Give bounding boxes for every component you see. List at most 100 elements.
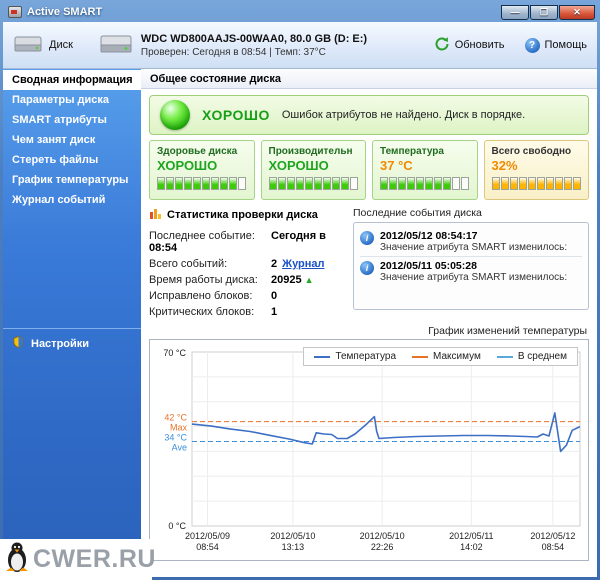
disk-selector-label: Диск [49, 39, 73, 51]
sidebar-item-summary[interactable]: Сводная информация [3, 70, 141, 90]
window-title: Active SMART [27, 6, 102, 18]
legend-average: В среднем [497, 351, 567, 362]
card-title: Температура [380, 146, 470, 157]
legend-maximum: Максимум [412, 351, 481, 362]
temperature-line-chart: 2012/05/0908:542012/05/1013:132012/05/10… [150, 340, 588, 560]
free-space-gauge [492, 177, 582, 190]
current-disk-info: WDC WD800AAJS-00WAA0, 80.0 GB (D: E:) Пр… [99, 32, 367, 59]
sidebar-item-disk-parameters[interactable]: Параметры диска [3, 90, 141, 110]
toolbar: Диск WDC WD800AAJS-00WAA0, 80.0 GB (D: E… [3, 22, 597, 69]
page-title: Общее состояние диска [141, 69, 597, 89]
card-value: ХОРОШО [269, 158, 359, 173]
stats-title: Статистика проверки диска [167, 209, 318, 221]
up-arrow-icon: ▲ [305, 275, 314, 285]
svg-text:70 °C: 70 °C [163, 348, 186, 358]
svg-text:Max: Max [170, 423, 188, 433]
legend-line-sample [412, 356, 428, 358]
card-value: 37 °C [380, 158, 470, 173]
sidebar: Сводная информация Параметры диска SMART… [3, 69, 141, 577]
chart-legend: Температура Максимум В среднем [303, 347, 578, 366]
refresh-button[interactable]: Обновить [434, 36, 505, 55]
overall-status: ХОРОШО Ошибок атрибутов не найдено. Диск… [149, 95, 589, 135]
stat-power-on-hours: Время работы диска:20925▲ [149, 272, 345, 288]
events-list: i 2012/05/12 08:54:17 Значение атрибута … [353, 222, 589, 310]
status-cards: Здоровье диска ХОРОШО Производительн ХОР… [149, 140, 589, 200]
svg-text:Ave: Ave [172, 442, 187, 452]
svg-text:08:54: 08:54 [196, 542, 219, 552]
event-item: i 2012/05/11 05:05:28 Значение атрибута … [360, 256, 582, 286]
stat-last-event: Последнее событие:Сегодня в 08:54 [149, 228, 345, 256]
app-icon [8, 6, 22, 18]
svg-text:2012/05/10: 2012/05/10 [270, 531, 315, 541]
performance-gauge [269, 177, 359, 190]
sidebar-item-erase-files[interactable]: Стереть файлы [3, 150, 141, 170]
stats-chart-icon [149, 207, 162, 223]
card-disk-health: Здоровье диска ХОРОШО [149, 140, 255, 200]
temperature-chart: Температура Максимум В среднем 2012/05/0… [149, 339, 589, 561]
svg-text:08:54: 08:54 [542, 542, 565, 552]
disk-selector[interactable]: Диск [13, 34, 73, 57]
cwer-watermark: CWER.RU [0, 539, 152, 580]
health-gauge [157, 177, 247, 190]
watermark-text: CWER.RU [33, 545, 156, 574]
stat-total-events: Всего событий:2Журнал [149, 256, 345, 272]
sidebar-item-temperature-graph[interactable]: График температуры [3, 170, 141, 190]
legend-line-sample [497, 356, 513, 358]
events-title: Последние события диска [353, 207, 589, 219]
minimize-button[interactable]: — [501, 5, 529, 20]
help-label: Помощь [545, 39, 588, 51]
shield-icon [12, 335, 25, 352]
card-temperature: Температура 37 °C [372, 140, 478, 200]
settings-label: Настройки [31, 338, 89, 350]
drive-icon [13, 34, 43, 57]
sidebar-item-smart-attributes[interactable]: SMART атрибуты [3, 110, 141, 130]
close-button[interactable]: ✕ [559, 5, 595, 20]
recent-disk-events: Последние события диска i 2012/05/12 08:… [353, 207, 589, 320]
svg-text:2012/05/09: 2012/05/09 [185, 531, 230, 541]
status-orb-icon [160, 100, 190, 130]
card-value: ХОРОШО [157, 158, 247, 173]
disk-check-statistics: Статистика проверки диска Последнее собы… [149, 207, 345, 320]
info-icon: i [360, 231, 374, 245]
sidebar-item-event-log[interactable]: Журнал событий [3, 190, 141, 210]
svg-text:13:13: 13:13 [282, 542, 305, 552]
sidebar-item-disk-usage[interactable]: Чем занят диск [3, 130, 141, 150]
svg-text:2012/05/11: 2012/05/11 [449, 531, 493, 541]
event-item: i 2012/05/12 08:54:17 Значение атрибута … [360, 227, 582, 256]
help-button[interactable]: ? Помощь [525, 38, 588, 53]
journal-link[interactable]: Журнал [282, 258, 324, 270]
status-word: ХОРОШО [202, 107, 270, 123]
maximize-button[interactable]: ❐ [530, 5, 558, 20]
help-icon: ? [525, 38, 540, 53]
svg-text:0 °C: 0 °C [168, 521, 186, 531]
sidebar-item-settings[interactable]: Настройки [3, 329, 141, 358]
stat-critical-blocks: Критических блоков:1 [149, 304, 345, 320]
info-icon: i [360, 261, 374, 275]
card-value: 32% [492, 158, 582, 173]
window-controls: — ❐ ✕ [500, 5, 595, 20]
chart-title: График изменений температуры [141, 325, 587, 337]
stat-fixed-blocks: Исправлено блоков:0 [149, 288, 345, 304]
card-title: Здоровье диска [157, 146, 247, 157]
legend-line-sample [314, 356, 330, 358]
main-content: Общее состояние диска ХОРОШО Ошибок атри… [141, 69, 597, 577]
svg-text:22:26: 22:26 [371, 542, 394, 552]
svg-text:14:02: 14:02 [460, 542, 483, 552]
refresh-icon [434, 36, 450, 55]
card-title: Производительн [269, 146, 359, 157]
card-free-space: Всего свободно 32% [484, 140, 590, 200]
status-message: Ошибок атрибутов не найдено. Диск в поря… [282, 109, 525, 121]
temperature-gauge [380, 177, 470, 190]
app-window: Active SMART — ❐ ✕ Диск WDC WD800AAJS-00… [0, 0, 600, 580]
card-performance: Производительн ХОРОШО [261, 140, 367, 200]
refresh-label: Обновить [455, 39, 505, 51]
disk-name: WDC WD800AAJS-00WAA0, 80.0 GB (D: E:) [141, 33, 367, 45]
svg-text:2012/05/12: 2012/05/12 [530, 531, 575, 541]
legend-temperature: Температура [314, 351, 396, 362]
svg-text:42 °C: 42 °C [164, 413, 187, 423]
current-drive-icon [99, 32, 133, 59]
penguin-logo-icon [4, 541, 30, 578]
svg-text:2012/05/10: 2012/05/10 [360, 531, 405, 541]
svg-text:34 °C: 34 °C [164, 432, 187, 442]
titlebar: Active SMART — ❐ ✕ [3, 0, 597, 22]
